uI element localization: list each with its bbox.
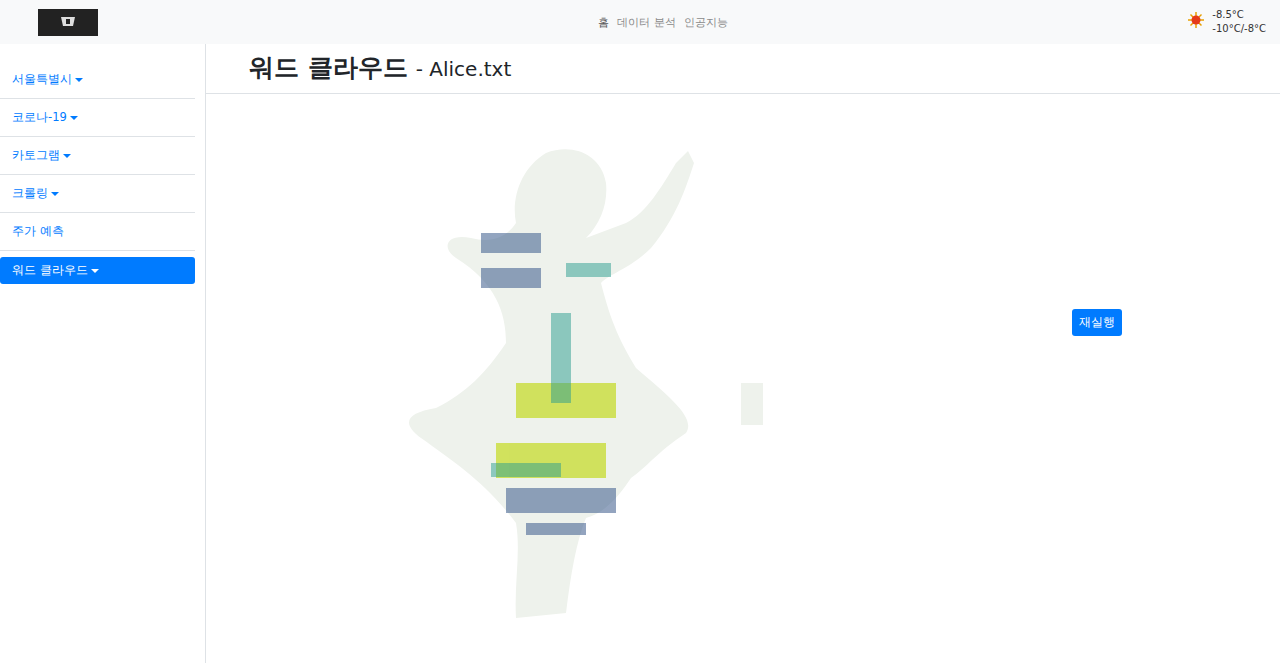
sun-icon <box>1188 12 1204 32</box>
nav-link[interactable]: 인공지능 <box>684 11 728 34</box>
sidebar: 서울특별시코로나-19 카토그램크롤링주가 예측워드 클라우드 <box>0 44 206 663</box>
caret-icon <box>70 116 78 120</box>
weather-widget: -8.5°C-10°C/-8°C <box>1188 8 1266 36</box>
caret-icon <box>91 269 99 273</box>
caret-icon <box>75 78 83 82</box>
content-area: 재실행 <box>206 94 1280 633</box>
caret-icon <box>51 192 59 196</box>
page-header: 워드 클라우드 - Alice.txt <box>206 44 1280 94</box>
sidebar-item[interactable]: 서울특별시 <box>0 61 195 99</box>
nav-link[interactable]: 홈 <box>598 11 609 34</box>
page-subtitle: - Alice.txt <box>416 57 512 81</box>
nav-link[interactable]: 데이터 분석 <box>617 11 676 34</box>
current-temperature: -8.5°C <box>1212 8 1266 22</box>
rerun-button[interactable]: 재실행 <box>1072 309 1122 336</box>
sidebar-label: 주가 예측 <box>12 224 64 239</box>
temperature-range: -10°C/-8°C <box>1212 22 1266 36</box>
sidebar-item[interactable]: 코로나-19 <box>0 99 195 137</box>
page-title: 워드 클라우드 <box>249 51 408 84</box>
page-body: 서울특별시코로나-19카토그램크롤링주가 예측워드 클라우드워드 클라우드- A… <box>0 44 1280 663</box>
caret-icon <box>63 154 71 158</box>
sidebar-label: 카토그램 <box>12 148 60 163</box>
logo-icon[interactable] <box>38 9 98 36</box>
sidebar-label: 워드 클라우드 <box>12 263 88 278</box>
sidebar-item[interactable]: 주가 예측 <box>0 213 195 251</box>
sidebar-label: 서울특별시 <box>12 72 72 87</box>
weather-text: -8.5°C-10°C/-8°C <box>1212 8 1266 36</box>
sidebar-item[interactable]: 크롤링 <box>0 175 195 213</box>
word-cloud-image <box>396 143 776 633</box>
sidebar-item[interactable]: 카토그램 <box>0 137 195 175</box>
nav-menu: 홈 데이터 분석 인공지능 <box>98 11 1188 34</box>
sidebar-label: 크롤링 <box>12 186 48 201</box>
sidebar-item[interactable]: 워드 클라우드 <box>0 257 195 284</box>
top-navbar: 홈 데이터 분석 인공지능 -8.5°C-10°C/-8°C <box>0 0 1280 44</box>
sidebar-label: 코로나-19 <box>12 110 67 125</box>
main-content: 워드 클라우드 - Alice.txt 재실행 <box>206 44 1280 663</box>
